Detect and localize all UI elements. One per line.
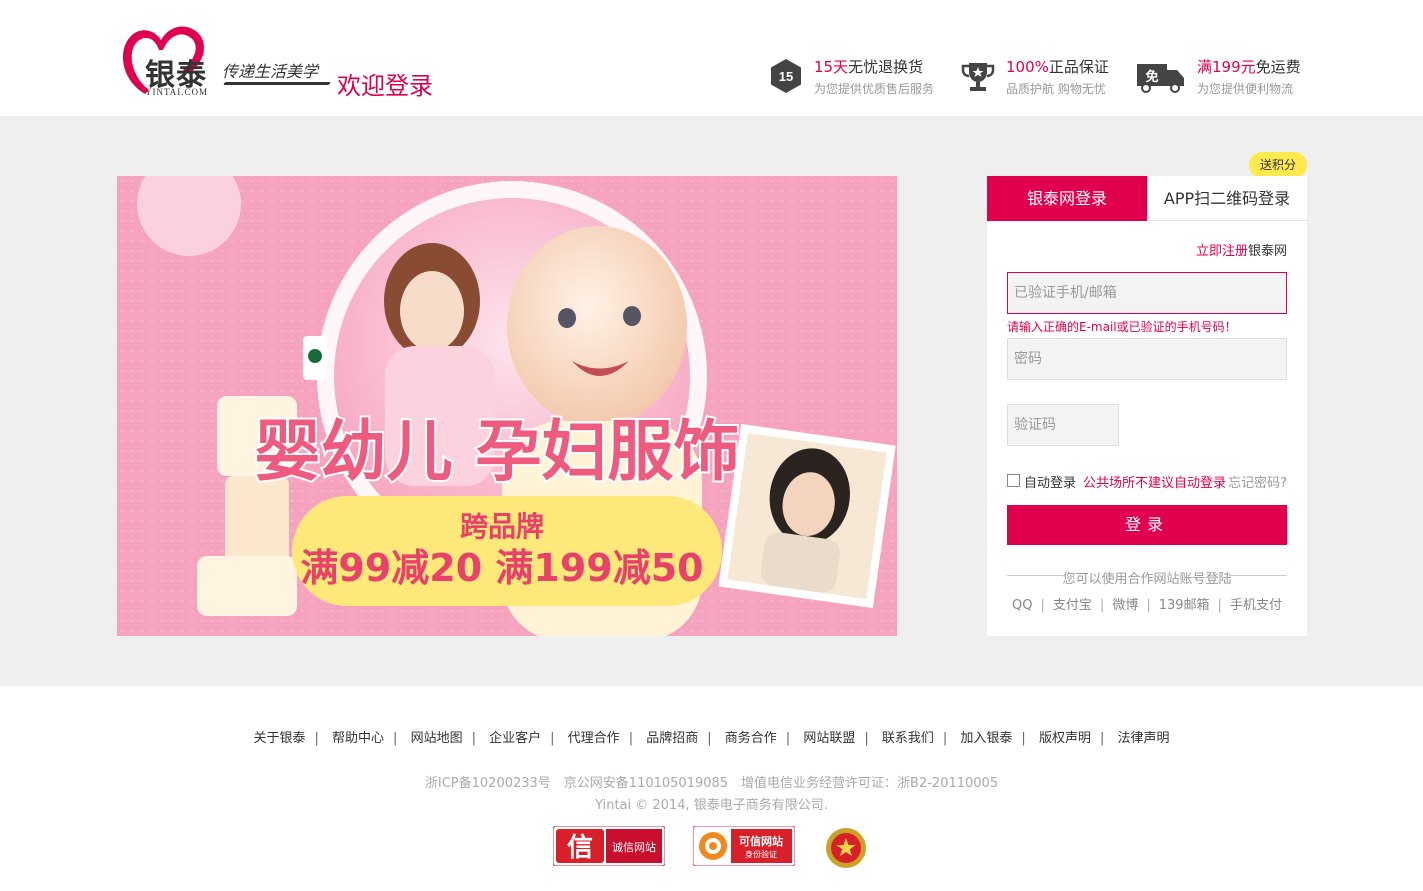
footer-link[interactable]: 加入银泰	[960, 731, 1012, 746]
captcha-input[interactable]: 验证码	[1007, 404, 1119, 446]
credit-site-badge-icon[interactable]: 信 诚信网站	[553, 826, 665, 866]
footer-link[interactable]: 企业客户	[489, 731, 541, 746]
page-title: 欢迎登录	[337, 72, 433, 100]
banner-pill-title: 跨品牌	[460, 510, 544, 543]
footer-link[interactable]: 版权声明	[1039, 731, 1091, 746]
register-prompt: 立即注册银泰网	[1195, 244, 1287, 259]
footer-link[interactable]: 网站联盟	[803, 731, 855, 746]
footer-link[interactable]: 品牌招商	[646, 731, 698, 746]
footer-link[interactable]: 代理合作	[568, 731, 620, 746]
register-link[interactable]: 立即注册	[1196, 244, 1248, 259]
partner-qq[interactable]: QQ	[1012, 598, 1032, 613]
partner-heading: 您可以使用合作网站账号登陆	[1007, 568, 1287, 587]
svg-text:免: 免	[1145, 69, 1158, 85]
truck-free-icon: 免	[1137, 64, 1184, 93]
site-header: 银泰 YINTAI.COM 传递生活美学 欢迎登录 15 15天无忧退换货 为您…	[0, 0, 1423, 116]
icp-info: 浙ICP备10200233号 京公网安备110105019085 增值电信业务经…	[424, 776, 999, 791]
svg-text:诚信网站: 诚信网站	[612, 840, 656, 854]
partner-weibo[interactable]: 微博	[1112, 598, 1138, 613]
svg-text:身份验证: 身份验证	[745, 849, 777, 859]
banner-artwork: 婴幼儿 孕妇服饰 跨品牌 满99减20 满199减50	[117, 176, 897, 636]
promise-sub: 品质护航 购物无忧	[1006, 82, 1106, 96]
forgot-password-link[interactable]: 忘记密码?	[1228, 472, 1287, 491]
promise-title: 100%正品保证	[1006, 58, 1109, 76]
svg-text:15: 15	[779, 69, 793, 84]
tab-qr-login[interactable]: APP扫二维码登录	[1147, 176, 1307, 221]
slogan-underline	[223, 82, 331, 85]
promise-title: 15天无忧退换货	[814, 58, 924, 76]
footer-link[interactable]: 商务合作	[725, 731, 777, 746]
partner-mobile-pay[interactable]: 手机支付	[1230, 598, 1282, 613]
promise-sub: 为您提供优质售后服务	[814, 82, 935, 96]
promo-banner[interactable]: 婴幼儿 孕妇服饰 跨品牌 满99减20 满199减50	[117, 176, 897, 636]
auto-login-label[interactable]: 自动登录	[1024, 472, 1076, 491]
slogan: 传递生活美学	[222, 64, 319, 81]
footer-link[interactable]: 法律声明	[1118, 731, 1170, 746]
banner-pill-offer: 满99减20 满199减50	[300, 546, 703, 590]
promise-sub: 为您提供便利物流	[1197, 82, 1294, 96]
login-panel: 银泰网登录 APP扫二维码登录 立即注册银泰网 已验证手机/邮箱 请输入正确的E…	[987, 176, 1307, 636]
footer-link[interactable]: 网站地图	[411, 731, 463, 746]
account-error: 请输入正确的E-mail或已验证的手机号码！	[1007, 320, 1237, 334]
trophy-icon	[961, 63, 995, 91]
password-input[interactable]: 密码	[1007, 338, 1287, 380]
divider	[1007, 575, 1065, 576]
account-input[interactable]: 已验证手机/邮箱	[1007, 272, 1287, 314]
tab-yintai-login[interactable]: 银泰网登录	[987, 176, 1147, 221]
auto-login-checkbox[interactable]	[1007, 474, 1020, 487]
public-warning: 公共场所不建议自动登录	[1083, 476, 1227, 491]
copyright: Yintai © 2014, 银泰电子商务有限公司.	[595, 798, 828, 813]
logo-domain: YINTAI.COM	[145, 87, 209, 97]
footer-links: 关于银泰 | 帮助中心 | 网站地图 | 企业客户 | 代理合作 | 品牌招商 | 商务合作…	[253, 731, 1170, 746]
banner-headline: 婴幼儿 孕妇服饰	[255, 413, 740, 490]
footer-link[interactable]: 关于银泰	[253, 731, 305, 746]
divider	[1229, 575, 1287, 576]
footer-link[interactable]: 联系我们	[882, 731, 934, 746]
partner-links: QQ | 支付宝 | 微博 | 139邮箱 | 手机支付	[1012, 598, 1282, 613]
partner-139mail[interactable]: 139邮箱	[1159, 598, 1210, 613]
footer-link[interactable]: 帮助中心	[332, 731, 384, 746]
trusted-site-badge-icon[interactable]: 可信网站 身份验证	[693, 826, 795, 866]
login-options: 自动登录 公共场所不建议自动登录 忘记密码?	[1007, 472, 1287, 491]
points-bubble: 送积分	[1249, 152, 1307, 178]
police-emblem-icon[interactable]	[824, 824, 868, 870]
svg-text:信: 信	[567, 833, 593, 863]
promise-title: 满199元免运费	[1197, 58, 1301, 76]
login-button[interactable]: 登录	[1007, 505, 1287, 545]
svg-text:可信网站: 可信网站	[739, 834, 783, 848]
partner-alipay[interactable]: 支付宝	[1053, 598, 1092, 613]
return-15-icon: 15	[771, 59, 801, 93]
